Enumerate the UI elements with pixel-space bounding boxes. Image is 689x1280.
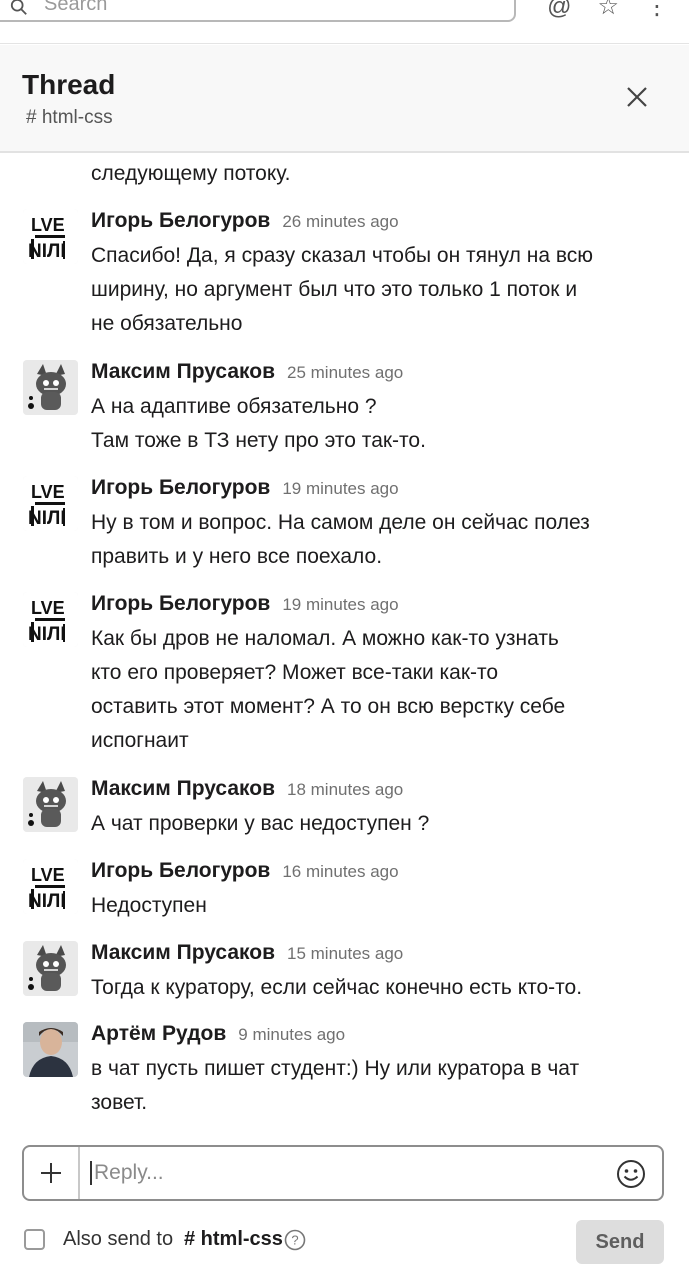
- cat-avatar-image: [23, 777, 78, 832]
- help-icon[interactable]: ?: [284, 1229, 306, 1251]
- message-time[interactable]: 19 minutes ago: [282, 479, 398, 499]
- reply-composer[interactable]: Reply...: [22, 1145, 664, 1201]
- cat-avatar-image: [23, 360, 78, 415]
- also-send-checkbox[interactable]: [24, 1229, 45, 1250]
- avatar[interactable]: [23, 777, 78, 832]
- search-placeholder: Search: [44, 0, 108, 15]
- message-author[interactable]: Максим Прусаков: [91, 777, 275, 801]
- message-text: в чат пусть пишет студент:) Ну или курат…: [91, 1057, 580, 1114]
- message-author[interactable]: Игорь Белогуров: [91, 592, 270, 616]
- svg-text:LVE: LVE: [31, 482, 65, 502]
- message-time[interactable]: 25 minutes ago: [287, 363, 403, 383]
- cat-avatar-image: [23, 941, 78, 996]
- message-text: А на адаптиве обязательно ? Там тоже в Т…: [91, 395, 426, 452]
- message-time[interactable]: 19 minutes ago: [282, 595, 398, 615]
- svg-text:LVE: LVE: [31, 598, 65, 618]
- avatar[interactable]: LVE NIЛI: [23, 592, 78, 647]
- message-author[interactable]: Максим Прусаков: [91, 941, 275, 965]
- message-text: Тогда к куратору, если сейчас конечно ес…: [91, 976, 583, 999]
- love-poster-avatar-image: LVE NIЛI: [23, 209, 78, 264]
- add-attachment-button[interactable]: [24, 1147, 80, 1199]
- send-button[interactable]: Send: [576, 1220, 664, 1264]
- avatar[interactable]: [23, 360, 78, 415]
- message-time[interactable]: 26 minutes ago: [282, 212, 398, 232]
- composer-footer: Also send to # html-css ? Send: [0, 1215, 689, 1275]
- message-author[interactable]: Максим Прусаков: [91, 360, 275, 384]
- also-send-channel: # html-css: [184, 1228, 283, 1250]
- avatar[interactable]: LVE NIЛI: [23, 476, 78, 531]
- message-author[interactable]: Игорь Белогуров: [91, 209, 270, 233]
- love-poster-avatar-image: LVE NIЛI: [23, 476, 78, 531]
- message-time[interactable]: 9 minutes ago: [238, 1025, 345, 1045]
- thread-header: Thread # html-css: [0, 45, 689, 153]
- thread-title: Thread: [22, 69, 116, 100]
- svg-text:?: ?: [291, 1233, 298, 1248]
- svg-text:LVE: LVE: [31, 865, 65, 885]
- message-author[interactable]: Игорь Белогуров: [91, 476, 270, 500]
- mention-icon[interactable]: @: [547, 0, 571, 21]
- message-author[interactable]: Игорь Белогуров: [91, 859, 270, 883]
- search-icon: [10, 0, 27, 15]
- close-icon[interactable]: [625, 85, 649, 109]
- avatar[interactable]: LVE NIЛI: [23, 209, 78, 264]
- message-time[interactable]: 16 minutes ago: [282, 862, 398, 882]
- message-text: Как бы дров не наломал. А можно как-то у…: [91, 627, 566, 752]
- message-list[interactable]: следующему потоку. LVE NIЛI Игорь Белогу…: [0, 155, 689, 1135]
- love-poster-avatar-image: LVE NIЛI: [23, 592, 78, 647]
- message-time[interactable]: 15 minutes ago: [287, 944, 403, 964]
- message-author[interactable]: Артём Рудов: [91, 1022, 226, 1046]
- star-icon[interactable]: ☆: [597, 0, 619, 21]
- search-input[interactable]: Search: [0, 0, 516, 22]
- emoji-icon[interactable]: [616, 1159, 646, 1189]
- avatar[interactable]: LVE NIЛI: [23, 859, 78, 914]
- top-bar: Search @ ☆ ⋮: [0, 0, 689, 44]
- more-vertical-icon[interactable]: ⋮: [645, 0, 669, 21]
- message-text: следующему потоку.: [91, 162, 291, 185]
- svg-text:LVE: LVE: [31, 215, 65, 235]
- also-send-label: Also send to: [63, 1228, 174, 1250]
- thread-channel[interactable]: # html-css: [26, 107, 113, 129]
- avatar[interactable]: [23, 1022, 78, 1077]
- photo-avatar-image: [23, 1022, 78, 1077]
- message-text: А чат проверки у вас недоступен ?: [91, 812, 430, 835]
- avatar[interactable]: [23, 941, 78, 996]
- message-text: Недоступен: [91, 894, 207, 917]
- love-poster-avatar-image: LVE NIЛI: [23, 859, 78, 914]
- plus-icon: [41, 1163, 61, 1183]
- message-text: Спасибо! Да, я сразу сказал чтобы он тян…: [91, 244, 594, 335]
- message-time[interactable]: 18 minutes ago: [287, 780, 403, 800]
- message-text: Ну в том и вопрос. На самом деле он сейч…: [91, 511, 590, 568]
- reply-input[interactable]: Reply...: [90, 1161, 164, 1185]
